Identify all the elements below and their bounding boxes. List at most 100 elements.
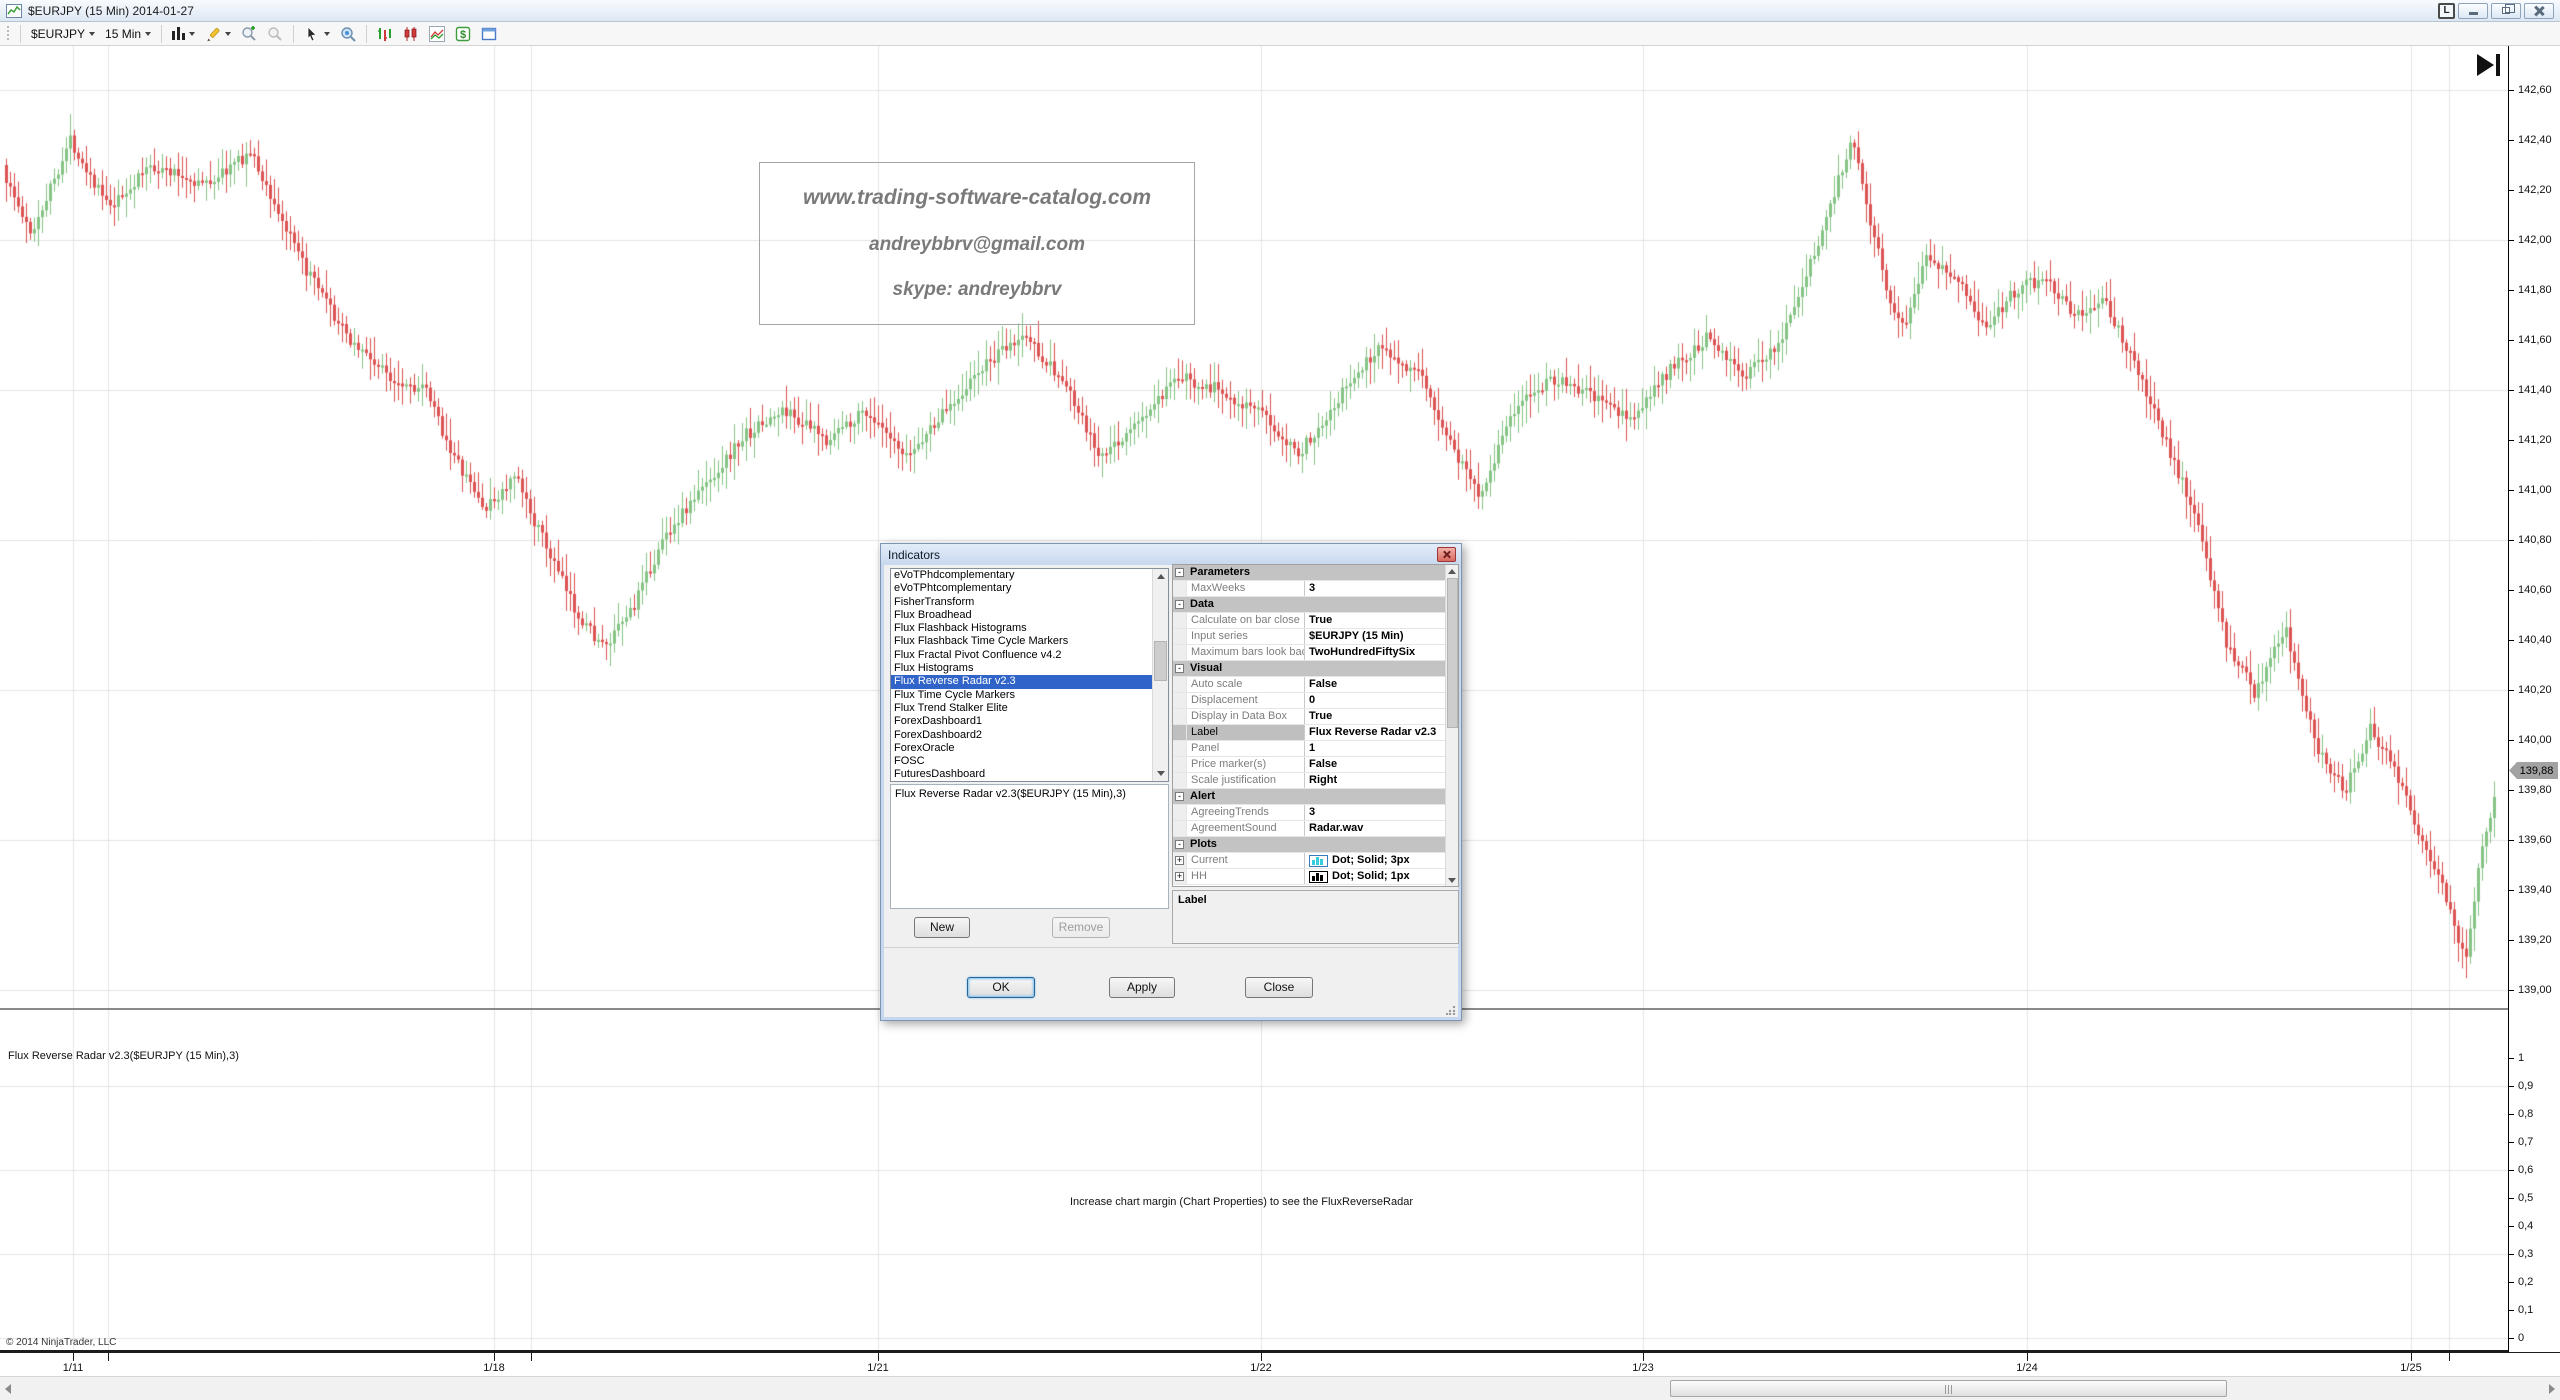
property-value[interactable]: Flux Reverse Radar v2.3 xyxy=(1305,725,1445,740)
cursor-dropdown[interactable] xyxy=(299,24,335,44)
collapse-icon[interactable]: - xyxy=(1175,568,1184,577)
property-value[interactable]: True xyxy=(1305,613,1445,628)
new-button[interactable]: New xyxy=(914,917,970,938)
property-value[interactable]: 3 xyxy=(1305,581,1445,596)
close-dialog-button[interactable]: Close xyxy=(1245,977,1313,998)
scrollbar-thumb[interactable] xyxy=(1154,641,1167,681)
indicator-list-item[interactable]: Flux Flashback Time Cycle Markers xyxy=(891,635,1168,648)
property-value[interactable]: Dot; Solid; 3px xyxy=(1305,853,1445,868)
indicator-list-item[interactable]: Flux Flashback Histograms xyxy=(891,622,1168,635)
collapse-icon[interactable]: - xyxy=(1175,600,1184,609)
collapse-icon[interactable]: - xyxy=(1175,792,1184,801)
property-value[interactable]: True xyxy=(1305,709,1445,724)
indicator-list-item[interactable]: Flux Trend Stalker Elite xyxy=(891,702,1168,715)
horizontal-scrollbar[interactable] xyxy=(0,1376,2560,1400)
property-value[interactable]: Radar.wav xyxy=(1305,821,1445,836)
property-row[interactable]: Maximum bars look bacTwoHundredFiftySix xyxy=(1173,645,1445,661)
property-value[interactable]: Right xyxy=(1305,773,1445,788)
property-value[interactable]: 3 xyxy=(1305,805,1445,820)
indicator-list-item[interactable]: Flux Reverse Radar v2.3 xyxy=(891,675,1168,688)
dialog-titlebar[interactable]: Indicators xyxy=(881,544,1461,565)
list-scrollbar[interactable] xyxy=(1152,569,1168,781)
property-group-row[interactable]: -Parameters xyxy=(1173,565,1445,581)
indicator-list-item[interactable]: eVoTPhdcomplementary xyxy=(891,569,1168,582)
apply-button[interactable]: Apply xyxy=(1109,977,1175,998)
instrument-dropdown[interactable]: $EURJPY xyxy=(26,25,100,43)
indicator-list[interactable]: eVoTPhdcomplementaryeVoTPhtcomplementary… xyxy=(890,568,1169,782)
property-value[interactable]: False xyxy=(1305,677,1445,692)
ok-button[interactable]: OK xyxy=(967,977,1035,998)
indicator-list-item[interactable]: FOSC xyxy=(891,755,1168,768)
indicator-list-item[interactable]: ForexOracle xyxy=(891,742,1168,755)
property-group-row[interactable]: -Data xyxy=(1173,597,1445,613)
property-row[interactable]: Panel1 xyxy=(1173,741,1445,757)
expand-icon[interactable]: + xyxy=(1175,856,1184,865)
candles-style-button[interactable] xyxy=(398,24,424,44)
property-row[interactable]: LabelFlux Reverse Radar v2.3 xyxy=(1173,725,1445,741)
scroll-left-icon[interactable] xyxy=(5,1384,11,1394)
bar-type-dropdown[interactable] xyxy=(167,25,200,42)
window-titlebar[interactable]: $EURJPY (15 Min) 2014-01-27 L xyxy=(0,0,2560,22)
restore-button[interactable] xyxy=(2491,3,2521,19)
indicator-list-item[interactable]: ForexDashboard1 xyxy=(891,715,1168,728)
property-group-row[interactable]: -Alert xyxy=(1173,789,1445,805)
indicator-list-item[interactable]: Flux Histograms xyxy=(891,662,1168,675)
property-value[interactable]: Dot; Solid; 1px xyxy=(1305,869,1445,884)
property-row[interactable]: +HHDot; Solid; 1px xyxy=(1173,869,1445,885)
interval-dropdown[interactable]: 15 Min xyxy=(100,25,156,43)
data-box-button[interactable] xyxy=(335,24,361,44)
configured-indicators-box[interactable]: Flux Reverse Radar v2.3($EURJPY (15 Min)… xyxy=(890,784,1169,909)
scroll-right-icon[interactable] xyxy=(2549,1384,2555,1394)
dollar-button[interactable]: $ xyxy=(450,24,476,44)
property-row[interactable]: Price marker(s)False xyxy=(1173,757,1445,773)
scroll-down-icon[interactable] xyxy=(1153,766,1168,781)
draw-tool-dropdown[interactable] xyxy=(200,24,236,44)
expand-icon[interactable]: + xyxy=(1175,872,1184,881)
property-value[interactable]: False xyxy=(1305,757,1445,772)
property-row[interactable]: Displacement0 xyxy=(1173,693,1445,709)
property-group-row[interactable]: -Visual xyxy=(1173,661,1445,677)
indicator-list-item[interactable]: FisherTransform xyxy=(891,596,1168,609)
dialog-close-button[interactable] xyxy=(1437,547,1456,562)
indicator-list-item[interactable]: ForexDashboard2 xyxy=(891,729,1168,742)
toolbar-grip[interactable] xyxy=(6,26,11,42)
property-value[interactable]: TwoHundredFiftySix xyxy=(1305,645,1445,660)
property-row[interactable]: +CurrentDot; Solid; 3px xyxy=(1173,853,1445,869)
indicator-list-item[interactable]: eVoTPhtcomplementary xyxy=(891,582,1168,595)
property-row[interactable]: Input series$EURJPY (15 Min) xyxy=(1173,629,1445,645)
link-button[interactable]: L xyxy=(2438,3,2455,19)
indicator-list-item[interactable]: Flux Broadhead xyxy=(891,609,1168,622)
bars-style-button[interactable] xyxy=(372,24,398,44)
indicator-list-item[interactable]: Flux Time Cycle Markers xyxy=(891,689,1168,702)
scrollbar-thumb[interactable] xyxy=(1670,1380,2227,1397)
time-axis[interactable]: 1/111/181/211/221/231/241/25 xyxy=(0,1353,2560,1375)
zoom-out-button[interactable] xyxy=(262,24,288,44)
property-row[interactable]: MaxWeeks3 xyxy=(1173,581,1445,597)
line-style-button[interactable] xyxy=(424,24,450,44)
scrollbar-thumb[interactable] xyxy=(1447,578,1458,728)
price-axis[interactable]: 142,60142,40142,20142,00141,80141,60141,… xyxy=(2508,46,2560,1352)
minimize-button[interactable] xyxy=(2458,3,2488,19)
indicator-list-item[interactable]: FuturesDashboard xyxy=(891,768,1168,781)
scroll-down-icon[interactable] xyxy=(1446,874,1458,886)
scroll-up-icon[interactable] xyxy=(1446,565,1458,577)
property-group-row[interactable]: -Plots xyxy=(1173,837,1445,853)
remove-button[interactable]: Remove xyxy=(1052,917,1110,938)
collapse-icon[interactable]: - xyxy=(1175,664,1184,673)
panel-button[interactable] xyxy=(476,24,502,44)
property-row[interactable]: Display in Data BoxTrue xyxy=(1173,709,1445,725)
skip-to-end-icon[interactable] xyxy=(2477,52,2507,78)
property-row[interactable]: AgreeingTrends3 xyxy=(1173,805,1445,821)
property-row[interactable]: Scale justificationRight xyxy=(1173,773,1445,789)
resize-grip[interactable] xyxy=(1446,1005,1456,1015)
collapse-icon[interactable]: - xyxy=(1175,840,1184,849)
property-value[interactable]: 1 xyxy=(1305,741,1445,756)
scroll-up-icon[interactable] xyxy=(1153,569,1168,584)
grid-scrollbar[interactable] xyxy=(1445,565,1458,886)
property-value[interactable]: 0 xyxy=(1305,693,1445,708)
close-button[interactable] xyxy=(2524,3,2554,19)
property-grid[interactable]: -ParametersMaxWeeks3-DataCalculate on ba… xyxy=(1172,564,1459,887)
property-row[interactable]: AgreementSoundRadar.wav xyxy=(1173,821,1445,837)
property-row[interactable]: Auto scaleFalse xyxy=(1173,677,1445,693)
indicator-list-item[interactable]: Flux Fractal Pivot Confluence v4.2 xyxy=(891,649,1168,662)
